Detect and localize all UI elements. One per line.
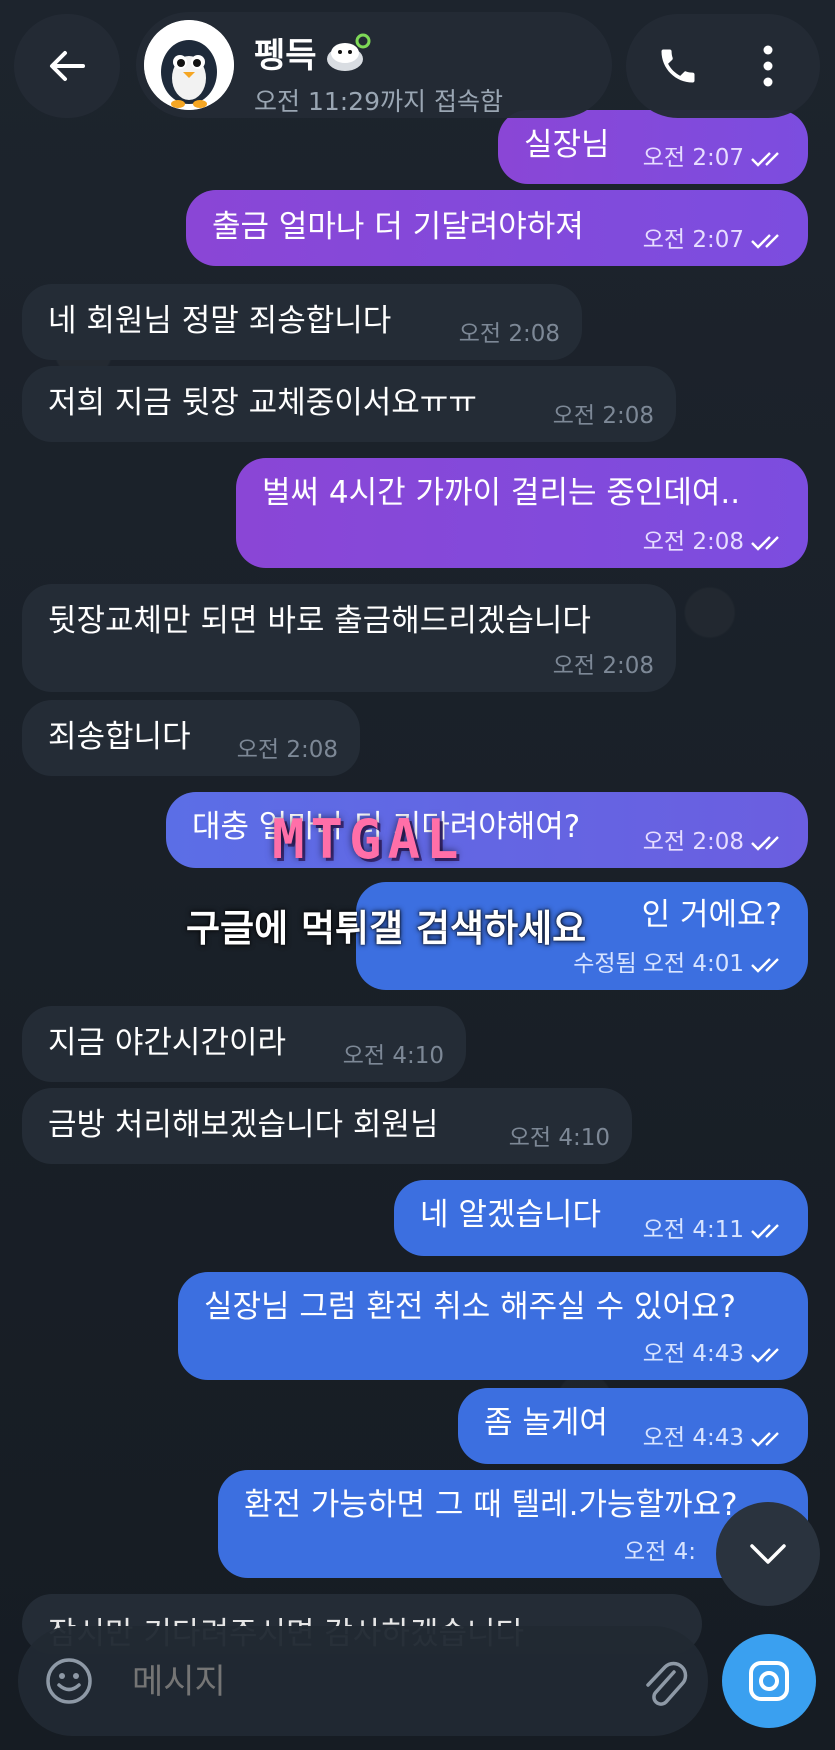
message-outgoing[interactable]: 네 알겠습니다 오전 4:11 [394, 1180, 808, 1256]
message-time: 오전 2:08 [552, 403, 654, 429]
message-input[interactable] [132, 1662, 532, 1702]
message-incoming[interactable]: 네 회원님 정말 죄송합니다 오전 2:08 [22, 284, 582, 360]
message-time: 오전 4:43 [642, 1425, 744, 1451]
watermark-logo: MTGAL [272, 808, 465, 871]
message-incoming[interactable]: 뒷장교체만 되면 바로 출금해드리겠습니다 오전 2:08 [22, 584, 676, 692]
double-check-icon [751, 1347, 779, 1363]
watermark-text: 구글에 먹튀갤 검색하세요 [186, 907, 587, 950]
message-time: 오전 4:43 [642, 1341, 744, 1367]
message-time: 오전 2:08 [642, 829, 744, 855]
last-seen-status: 오전 11:29까지 접속함 [254, 87, 503, 116]
camera-icon [749, 1661, 789, 1701]
double-check-icon [751, 835, 779, 851]
paperclip-icon[interactable] [638, 1654, 688, 1710]
back-button[interactable] [14, 14, 120, 118]
double-check-icon [751, 957, 779, 973]
message-outgoing[interactable]: 실장님 그럼 환전 취소 해주실 수 있어요? 오전 4:43 [178, 1272, 808, 1380]
message-time: 오전 4:10 [508, 1125, 610, 1151]
header-actions [626, 14, 820, 118]
composer-pill [18, 1626, 708, 1736]
double-check-icon [751, 233, 779, 249]
double-check-icon [751, 1431, 779, 1447]
message-time: 오전 2:08 [236, 737, 338, 763]
chat-header: 펭득 오전 11:29까지 접속함 [0, 0, 835, 118]
message-outgoing[interactable]: 대충 얼마나 더 기다려야해여? 오전 2:08 [166, 792, 808, 868]
message-time: 오전 2:08 [458, 321, 560, 347]
phone-icon[interactable] [656, 44, 700, 88]
chat-title-area[interactable]: 펭득 오전 11:29까지 접속함 [136, 12, 612, 118]
more-vertical-icon[interactable] [760, 44, 776, 88]
message-time: 오전 2:08 [552, 653, 654, 679]
scroll-down-button[interactable] [716, 1502, 820, 1606]
message-time: 오전 4:11 [642, 1217, 744, 1243]
message-outgoing[interactable]: 출금 얼마나 더 기달려야하져 오전 2:07 [186, 190, 808, 266]
emoji-icon[interactable] [44, 1656, 94, 1706]
chevron-down-icon [750, 1544, 786, 1564]
message-incoming[interactable]: 죄송합니다 오전 2:08 [22, 700, 360, 776]
avatar[interactable] [144, 20, 234, 110]
message-time: 오전 2:08 [642, 529, 744, 555]
message-incoming[interactable]: 지금 야간시간이라 오전 4:10 [22, 1006, 466, 1082]
contact-name: 펭득 [254, 36, 317, 76]
message-time: 오전 4:10 [342, 1043, 444, 1069]
message-outgoing[interactable]: 벌써 4시간 가까이 걸리는 중인데여.. 오전 2:08 [236, 458, 808, 568]
message-incoming[interactable]: 금방 처리해보겠습니다 회원님 오전 4:10 [22, 1088, 632, 1164]
message-time: 오전 4: [623, 1539, 696, 1565]
double-check-icon [751, 1223, 779, 1239]
double-check-icon [751, 151, 779, 167]
message-time: 오전 2:07 [642, 227, 744, 253]
message-composer [18, 1626, 818, 1736]
camera-button[interactable] [722, 1634, 816, 1728]
message-outgoing[interactable]: 실장님 오전 2:07 [498, 110, 808, 184]
back-arrow-icon [50, 51, 85, 81]
message-time: 오전 2:07 [642, 145, 744, 171]
penguin-emoji-icon [326, 33, 371, 71]
edited-label: 수정됨 [573, 951, 637, 977]
penguin-avatar-icon [144, 20, 234, 110]
double-check-icon [751, 535, 779, 551]
message-outgoing[interactable]: 좀 놀게여 오전 4:43 [458, 1388, 808, 1464]
message-time: 오전 4:01 [642, 951, 744, 977]
message-incoming[interactable]: 저희 지금 뒷장 교체중이서요ㅠㅠ 오전 2:08 [22, 366, 676, 442]
